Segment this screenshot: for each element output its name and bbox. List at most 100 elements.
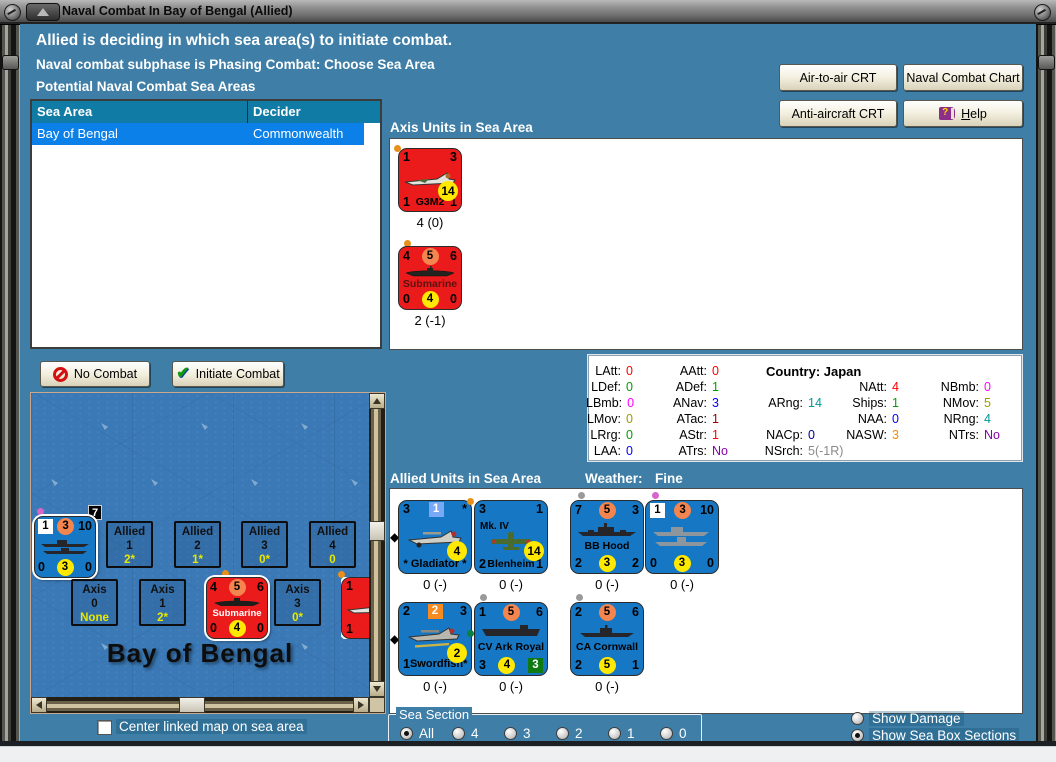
stat-nrng: NRng: 4: [943, 412, 991, 426]
initiate-combat-button[interactable]: ✔ Initiate Combat: [172, 361, 284, 387]
unit-counter-ca-cornwall[interactable]: 256 CA Cornwall 251: [570, 602, 644, 676]
sea-section-box-allied-4[interactable]: Allied 4 0: [309, 521, 356, 568]
scroll-down-button[interactable]: [369, 681, 385, 697]
frame-knob: [1038, 55, 1055, 70]
button-label: Naval Combat Chart: [906, 70, 1020, 85]
unit-counter-blenheim[interactable]: 31 Mk. IV 14 2 Blenheim 1: [474, 500, 548, 574]
stat-nsrch: NSrch: 5(-1R): [764, 444, 844, 458]
cell-decider: Commonwealth: [253, 126, 344, 141]
range-badge: 14: [524, 541, 544, 561]
unit-count-label: 4 (0): [416, 215, 444, 230]
unit-counter-g3m2[interactable]: 13 14 1 G3M2 1: [398, 148, 462, 212]
axis-units-panel: [389, 138, 1023, 350]
aircraft-type-label: Mk. IV: [480, 521, 509, 532]
sea-area-table: Sea Area Decider Bay of Bengal Commonwea…: [30, 99, 382, 349]
sea-section-radio-4-label[interactable]: 4: [468, 726, 482, 741]
button-label: Anti-aircraft CRT: [791, 106, 885, 121]
map-fleet-counter[interactable]: 1 3 10 030: [34, 516, 96, 578]
sea-section-radio-0-label[interactable]: 0: [676, 726, 690, 741]
sea-section-radio-3[interactable]: [504, 727, 517, 740]
application-window: Naval Combat In Bay of Bengal (Allied) A…: [0, 0, 1056, 762]
check-icon: ✔: [176, 365, 190, 382]
unit-counter-convoy[interactable]: 1 3 10 030: [645, 500, 719, 574]
country-label: Country: Japan: [766, 364, 862, 379]
cruiser-art: [580, 624, 634, 637]
show-damage-radio[interactable]: [851, 712, 864, 725]
window-menu-icon[interactable]: [26, 3, 60, 21]
frame-knob: [2, 55, 19, 70]
table-header-row: Sea Area Decider: [32, 101, 380, 123]
grey-dot-marker: [578, 492, 585, 499]
stat-nbmb: NBmb: 0: [940, 380, 991, 394]
unit-counter-swordfish[interactable]: 223 2 1 Swordfish*: [398, 602, 472, 676]
weather-label: Weather:: [585, 471, 643, 486]
unit-counter-gladiator[interactable]: 3 1 * 4 * Gladiator *: [398, 500, 472, 574]
stat-aatt: AAtt: 0: [679, 364, 719, 378]
grey-dot-marker: [480, 594, 487, 601]
unit-count-label: 0 (-): [499, 679, 523, 694]
grey-dot-marker: [576, 594, 583, 601]
show-damage-label[interactable]: Show Damage: [869, 711, 964, 726]
battleship-art: [578, 523, 636, 536]
no-combat-icon: [52, 366, 68, 382]
fleet-art: [41, 540, 89, 554]
submarine-art: [214, 598, 260, 607]
map-submarine-counter[interactable]: 456 Submarine 040: [206, 577, 268, 639]
sea-section-box-allied-1[interactable]: Allied 1 2*: [106, 521, 153, 568]
col-header-decider: Decider: [253, 104, 301, 119]
carrier-art: [482, 624, 540, 636]
button-label: Air-to-air CRT: [799, 70, 877, 85]
range-badge: 4: [447, 541, 467, 561]
unit-counter-submarine[interactable]: 456 Submarine 040: [398, 246, 462, 310]
subphase-text: Naval combat subphase is Phasing Combat:…: [36, 57, 435, 72]
sea-section-radio-2[interactable]: [556, 727, 569, 740]
help-button[interactable]: Help: [903, 100, 1023, 127]
pink-dot-marker: [652, 492, 659, 499]
unit-count-label: 0 (-): [423, 679, 447, 694]
map-horizontal-scrollbar[interactable]: [31, 697, 369, 713]
orange-dot-marker: [467, 498, 474, 505]
center-map-checkbox[interactable]: [97, 720, 112, 735]
unit-count-label: 0 (-): [499, 577, 523, 592]
sea-section-radio-all[interactable]: [400, 727, 413, 740]
sea-section-box-allied-2[interactable]: Allied 2 1*: [174, 521, 221, 568]
unit-count-label: 0 (-): [423, 577, 447, 592]
orange-dot-marker: [222, 570, 229, 577]
sea-section-radio-0[interactable]: [660, 727, 673, 740]
unit-count-label: 2 (-1): [414, 313, 446, 328]
allied-units-heading: Allied Units in Sea Area: [390, 471, 542, 486]
center-map-checkbox-label[interactable]: Center linked map on sea area: [116, 719, 307, 734]
unit-counter-cv-ark-royal[interactable]: 156 CV Ark Royal 343: [474, 602, 548, 676]
hscroll-thumb[interactable]: [179, 697, 205, 713]
scroll-right-button[interactable]: [353, 697, 369, 713]
sea-section-radio-2-label[interactable]: 2: [572, 726, 586, 741]
sea-section-radio-all-label[interactable]: All: [416, 726, 437, 741]
window-left-frame: [0, 24, 20, 747]
taskbar[interactable]: [0, 746, 1056, 762]
unit-counter-bb-hood[interactable]: 753 BB Hood 232: [570, 500, 644, 574]
vscroll-thumb[interactable]: [369, 521, 385, 541]
naval-combat-chart-button[interactable]: Naval Combat Chart: [903, 64, 1023, 91]
scroll-left-button[interactable]: [31, 697, 47, 713]
scroll-up-button[interactable]: [369, 393, 385, 409]
anti-aircraft-crt-button[interactable]: Anti-aircraft CRT: [779, 100, 897, 127]
sea-section-box-allied-3[interactable]: Allied 3 0*: [241, 521, 288, 568]
air-to-air-crt-button[interactable]: Air-to-air CRT: [779, 64, 897, 91]
table-row-bay-of-bengal[interactable]: Bay of Bengal Commonwealth: [32, 123, 364, 145]
button-label: Initiate Combat: [195, 367, 280, 381]
sea-section-radio-1[interactable]: [608, 727, 621, 740]
sea-section-radio-1-label[interactable]: 1: [624, 726, 638, 741]
sea-section-box-axis-3[interactable]: Axis 3 0*: [274, 579, 321, 626]
sea-section-legend: Sea Section: [396, 707, 473, 722]
sea-section-box-axis-0[interactable]: Axis 0 None: [71, 579, 118, 626]
title-bar[interactable]: Naval Combat In Bay of Bengal (Allied): [0, 0, 1056, 24]
map-vertical-scrollbar[interactable]: [369, 393, 385, 697]
no-combat-button[interactable]: No Combat: [40, 361, 150, 387]
sea-section-radio-3-label[interactable]: 3: [520, 726, 534, 741]
unit-count-label: 0 (-): [595, 577, 619, 592]
screw-icon: [1034, 4, 1051, 21]
sea-section-box-axis-1[interactable]: Axis 1 2*: [139, 579, 186, 626]
col-header-sea-area: Sea Area: [32, 101, 248, 123]
help-book-icon: [939, 107, 956, 120]
sea-section-radio-4[interactable]: [452, 727, 465, 740]
